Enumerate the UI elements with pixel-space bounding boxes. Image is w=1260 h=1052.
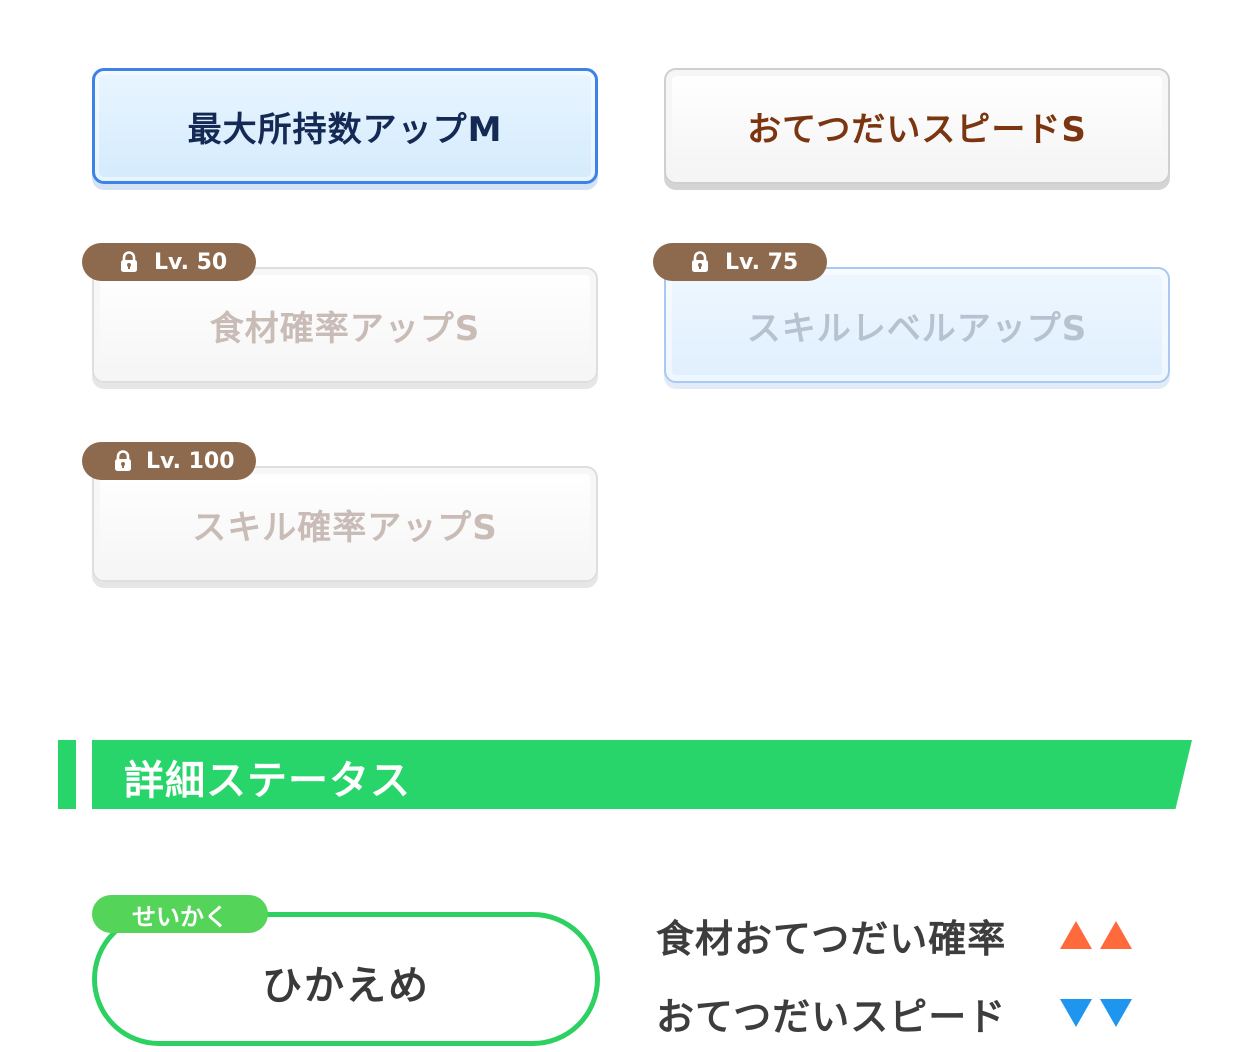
- lock-icon: [692, 251, 708, 272]
- effect-label: おてつだいスピード: [656, 994, 1007, 1039]
- skill-button-ingredient-chance[interactable]: 食材確率アップS: [92, 267, 598, 383]
- unlock-level-text: Lv. 75: [725, 249, 799, 275]
- triangle-down-icon: [1100, 999, 1132, 1027]
- skill-button-skill-chance[interactable]: スキル確率アップS: [92, 466, 598, 582]
- triangle-down-icon: [1060, 999, 1092, 1027]
- unlock-level-text: Lv. 50: [154, 249, 228, 275]
- effect-label: 食材おてつだい確率: [656, 916, 1007, 961]
- effect-arrows: [1058, 997, 1134, 1029]
- unlock-level-text: Lv. 100: [146, 448, 235, 474]
- nature-label: せいかく: [92, 895, 268, 933]
- lock-icon: [115, 450, 131, 471]
- section-title: 詳細ステータス: [124, 758, 411, 804]
- skill-label: 最大所持数アップM: [187, 109, 503, 150]
- effect-arrows: [1058, 919, 1134, 951]
- unlock-level-badge: Lv. 50: [82, 243, 256, 281]
- skill-label: スキルレベルアップS: [746, 308, 1088, 349]
- nature-effect-row-down: おてつだいスピード: [656, 988, 1134, 1039]
- lock-icon: [121, 251, 137, 272]
- unlock-level-badge: Lv. 100: [82, 442, 256, 480]
- header-accent-bar: [58, 740, 76, 809]
- skill-button-helping-speed[interactable]: おてつだいスピードS: [664, 68, 1170, 184]
- section-header: 詳細ステータス: [58, 740, 1192, 809]
- skill-button-skill-level-up[interactable]: スキルレベルアップS: [664, 267, 1170, 383]
- nature-value: ひかえめ: [262, 963, 430, 1009]
- nature-effect-row-up: 食材おてつだい確率: [656, 910, 1134, 961]
- skill-label: スキル確率アップS: [192, 507, 498, 548]
- skill-button-max-carry-up[interactable]: 最大所持数アップM: [92, 68, 598, 184]
- triangle-up-icon: [1060, 921, 1092, 949]
- unlock-level-badge: Lv. 75: [653, 243, 827, 281]
- skill-label: 食材確率アップS: [209, 308, 481, 349]
- triangle-up-icon: [1100, 921, 1132, 949]
- skill-label: おてつだいスピードS: [747, 109, 1087, 150]
